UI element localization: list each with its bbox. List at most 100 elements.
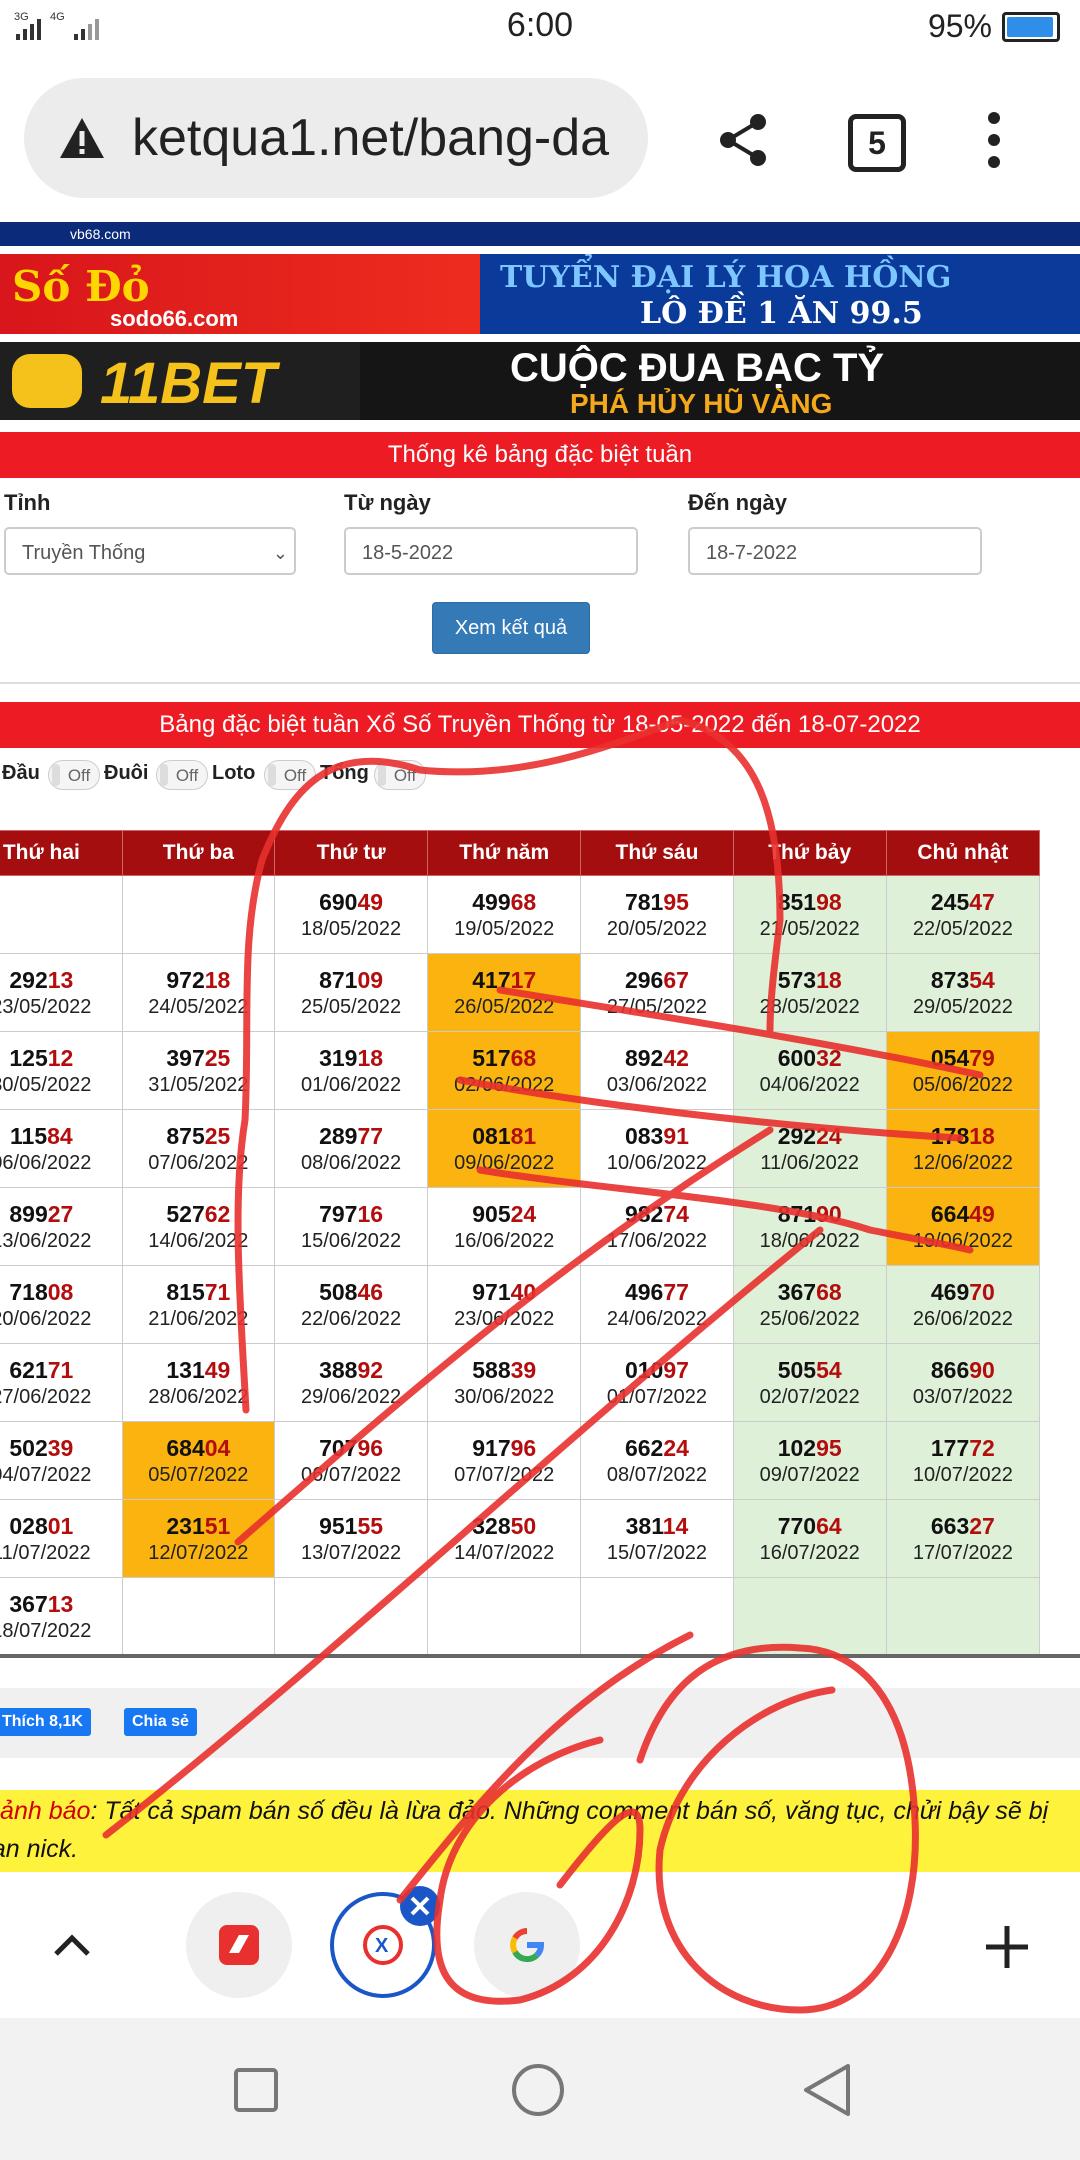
url-text[interactable]: ketqua1.net/bang-da	[132, 108, 642, 168]
result-cell: 98274 17/06/2022	[580, 1187, 734, 1266]
result-cell: 49968 19/05/2022	[427, 875, 582, 954]
result-cell: 60032 04/06/2022	[732, 1031, 887, 1110]
province-select[interactable]: Truyền Thống ⌄	[4, 527, 296, 575]
result-cell: 13149 28/06/2022	[121, 1343, 276, 1422]
result-number-text: 971	[472, 1278, 511, 1305]
result-date: 10/07/2022	[912, 1463, 1013, 1486]
result-date: 16/06/2022	[454, 1229, 555, 1252]
back-triangle-icon[interactable]	[800, 2062, 856, 2118]
result-date: 03/06/2022	[606, 1073, 708, 1096]
result-cell: 38892 29/06/2022	[273, 1343, 429, 1422]
result-number-text: 231	[166, 1512, 205, 1539]
result-number-text: 662	[624, 1434, 664, 1461]
result-date: 19/06/2022	[912, 1229, 1013, 1252]
result-number-text: 781	[624, 888, 664, 915]
tab-thumbnail-1[interactable]	[186, 1892, 292, 1998]
facebook-like-button[interactable]: Thích 8,1K	[0, 1708, 91, 1736]
share-icon[interactable]	[714, 110, 774, 170]
tab-switcher-button[interactable]: 5	[848, 114, 906, 172]
result-date: 27/05/2022	[606, 995, 708, 1018]
to-date-input[interactable]: 18-7-2022	[688, 527, 982, 575]
new-tab-plus-icon[interactable]	[984, 1924, 1030, 1970]
result-cell: 69049 18/05/2022	[273, 875, 429, 954]
result-number: 08181	[472, 1122, 537, 1149]
chevron-down-icon: ⌄	[272, 543, 288, 563]
warning-line2: ban nick.	[0, 1835, 79, 1863]
result-date: 04/07/2022	[0, 1463, 92, 1486]
url-bar[interactable]: ketqua1.net/bang-da	[24, 78, 648, 198]
result-number: 36713	[9, 1590, 74, 1617]
result-date: 02/06/2022	[454, 1073, 555, 1096]
result-cell: 87354 29/05/2022	[885, 953, 1041, 1032]
result-number-text: 131	[166, 1356, 205, 1383]
result-cell: 81571 21/06/2022	[121, 1265, 276, 1344]
result-cell: 24547 22/05/2022	[885, 875, 1041, 954]
result-number-text: 621	[9, 1356, 48, 1383]
toggle-duoi[interactable]: Off	[156, 760, 208, 790]
result-number-text: 770	[777, 1512, 817, 1539]
close-tab-icon[interactable]	[398, 1884, 442, 1928]
home-circle-icon[interactable]	[510, 2062, 566, 2118]
result-cell: 08181 09/06/2022	[427, 1109, 582, 1188]
view-results-button[interactable]: Xem kết quả	[432, 602, 590, 654]
result-date: 24/06/2022	[606, 1307, 708, 1330]
result-number: 87525	[166, 1122, 231, 1149]
result-number: 17818	[930, 1122, 995, 1149]
result-date: 18/06/2022	[759, 1229, 860, 1252]
ad-banner-11bet[interactable]: 11BET CUỘC ĐUA BẠC TỶ PHÁ HỦY HŨ VÀNG	[0, 342, 1080, 420]
result-cell: 29667 27/05/2022	[580, 953, 734, 1032]
result-date: 30/05/2022	[0, 1073, 92, 1096]
result-date: 01/07/2022	[606, 1385, 708, 1408]
result-number-text: 081	[472, 1122, 511, 1149]
chevron-up-icon[interactable]	[50, 1924, 94, 1968]
from-date-label: Từ ngày	[344, 490, 431, 515]
result-date: 07/07/2022	[454, 1463, 555, 1486]
result-number: 98274	[624, 1200, 689, 1227]
facebook-share-button[interactable]: Chia sẻ	[124, 1708, 197, 1736]
tab-thumbnail-active[interactable]: X	[330, 1886, 440, 1998]
result-cell: 39725 31/05/2022	[121, 1031, 276, 1110]
result-number-text: 397	[166, 1044, 205, 1071]
result-number: 87190	[777, 1200, 842, 1227]
result-cell: 87109 25/05/2022	[273, 953, 429, 1032]
ad-banner-sodo66[interactable]: Số Đỏ sodo66.com TUYỂN ĐẠI LÝ HOA HỒNG L…	[0, 254, 1080, 334]
result-cell: 89927 13/06/2022	[0, 1187, 123, 1266]
result-number: 50239	[9, 1434, 74, 1461]
header-wed: Thứ tư	[273, 830, 429, 876]
toggle-loto[interactable]: Off	[264, 760, 316, 790]
result-cell	[273, 1577, 429, 1656]
from-date-input[interactable]: 18-5-2022	[344, 527, 638, 575]
recents-square-icon[interactable]	[232, 2066, 280, 2114]
ad-banner-vb68[interactable]: vb68.com	[0, 222, 1080, 246]
result-number: 24547	[930, 888, 995, 915]
warning-icon[interactable]	[58, 114, 106, 162]
result-number-text: 296	[624, 966, 664, 993]
result-number-text: 496	[624, 1278, 664, 1305]
result-date: 23/06/2022	[454, 1307, 555, 1330]
result-number: 02801	[9, 1512, 74, 1539]
11bet-logo: 11BET	[0, 342, 360, 420]
more-menu-icon[interactable]	[964, 110, 1024, 170]
result-date: 28/05/2022	[759, 995, 860, 1018]
result-number: 01097	[624, 1356, 689, 1383]
svg-text:X: X	[375, 1935, 389, 1957]
result-cell: 38114 15/07/2022	[580, 1499, 734, 1578]
result-number-text: 982	[624, 1200, 664, 1227]
result-number: 70796	[319, 1434, 384, 1461]
result-number-text: 328	[472, 1512, 511, 1539]
tab-thumbnail-google[interactable]	[474, 1892, 580, 1998]
result-number: 97218	[166, 966, 231, 993]
table-row: 11584 06/06/2022 87525 07/06/2022 28977 08/06…	[0, 1109, 1041, 1188]
result-number-text: 664	[930, 1200, 970, 1227]
toggle-tong[interactable]: Off	[374, 760, 426, 790]
result-cell: 49677 24/06/2022	[580, 1265, 734, 1344]
result-number-text: 851	[777, 888, 817, 915]
result-number-text: 388	[319, 1356, 358, 1383]
result-date: 03/07/2022	[912, 1385, 1013, 1408]
result-number-text: 115	[10, 1122, 48, 1149]
table-row: 36713 18/07/2022	[0, 1577, 1041, 1656]
toggle-label-dau: Đầu	[2, 762, 40, 784]
toggle-dau[interactable]: Off	[48, 760, 100, 790]
result-number: 46970	[930, 1278, 995, 1305]
warning-prefix: Cảnh báo	[0, 1797, 91, 1825]
